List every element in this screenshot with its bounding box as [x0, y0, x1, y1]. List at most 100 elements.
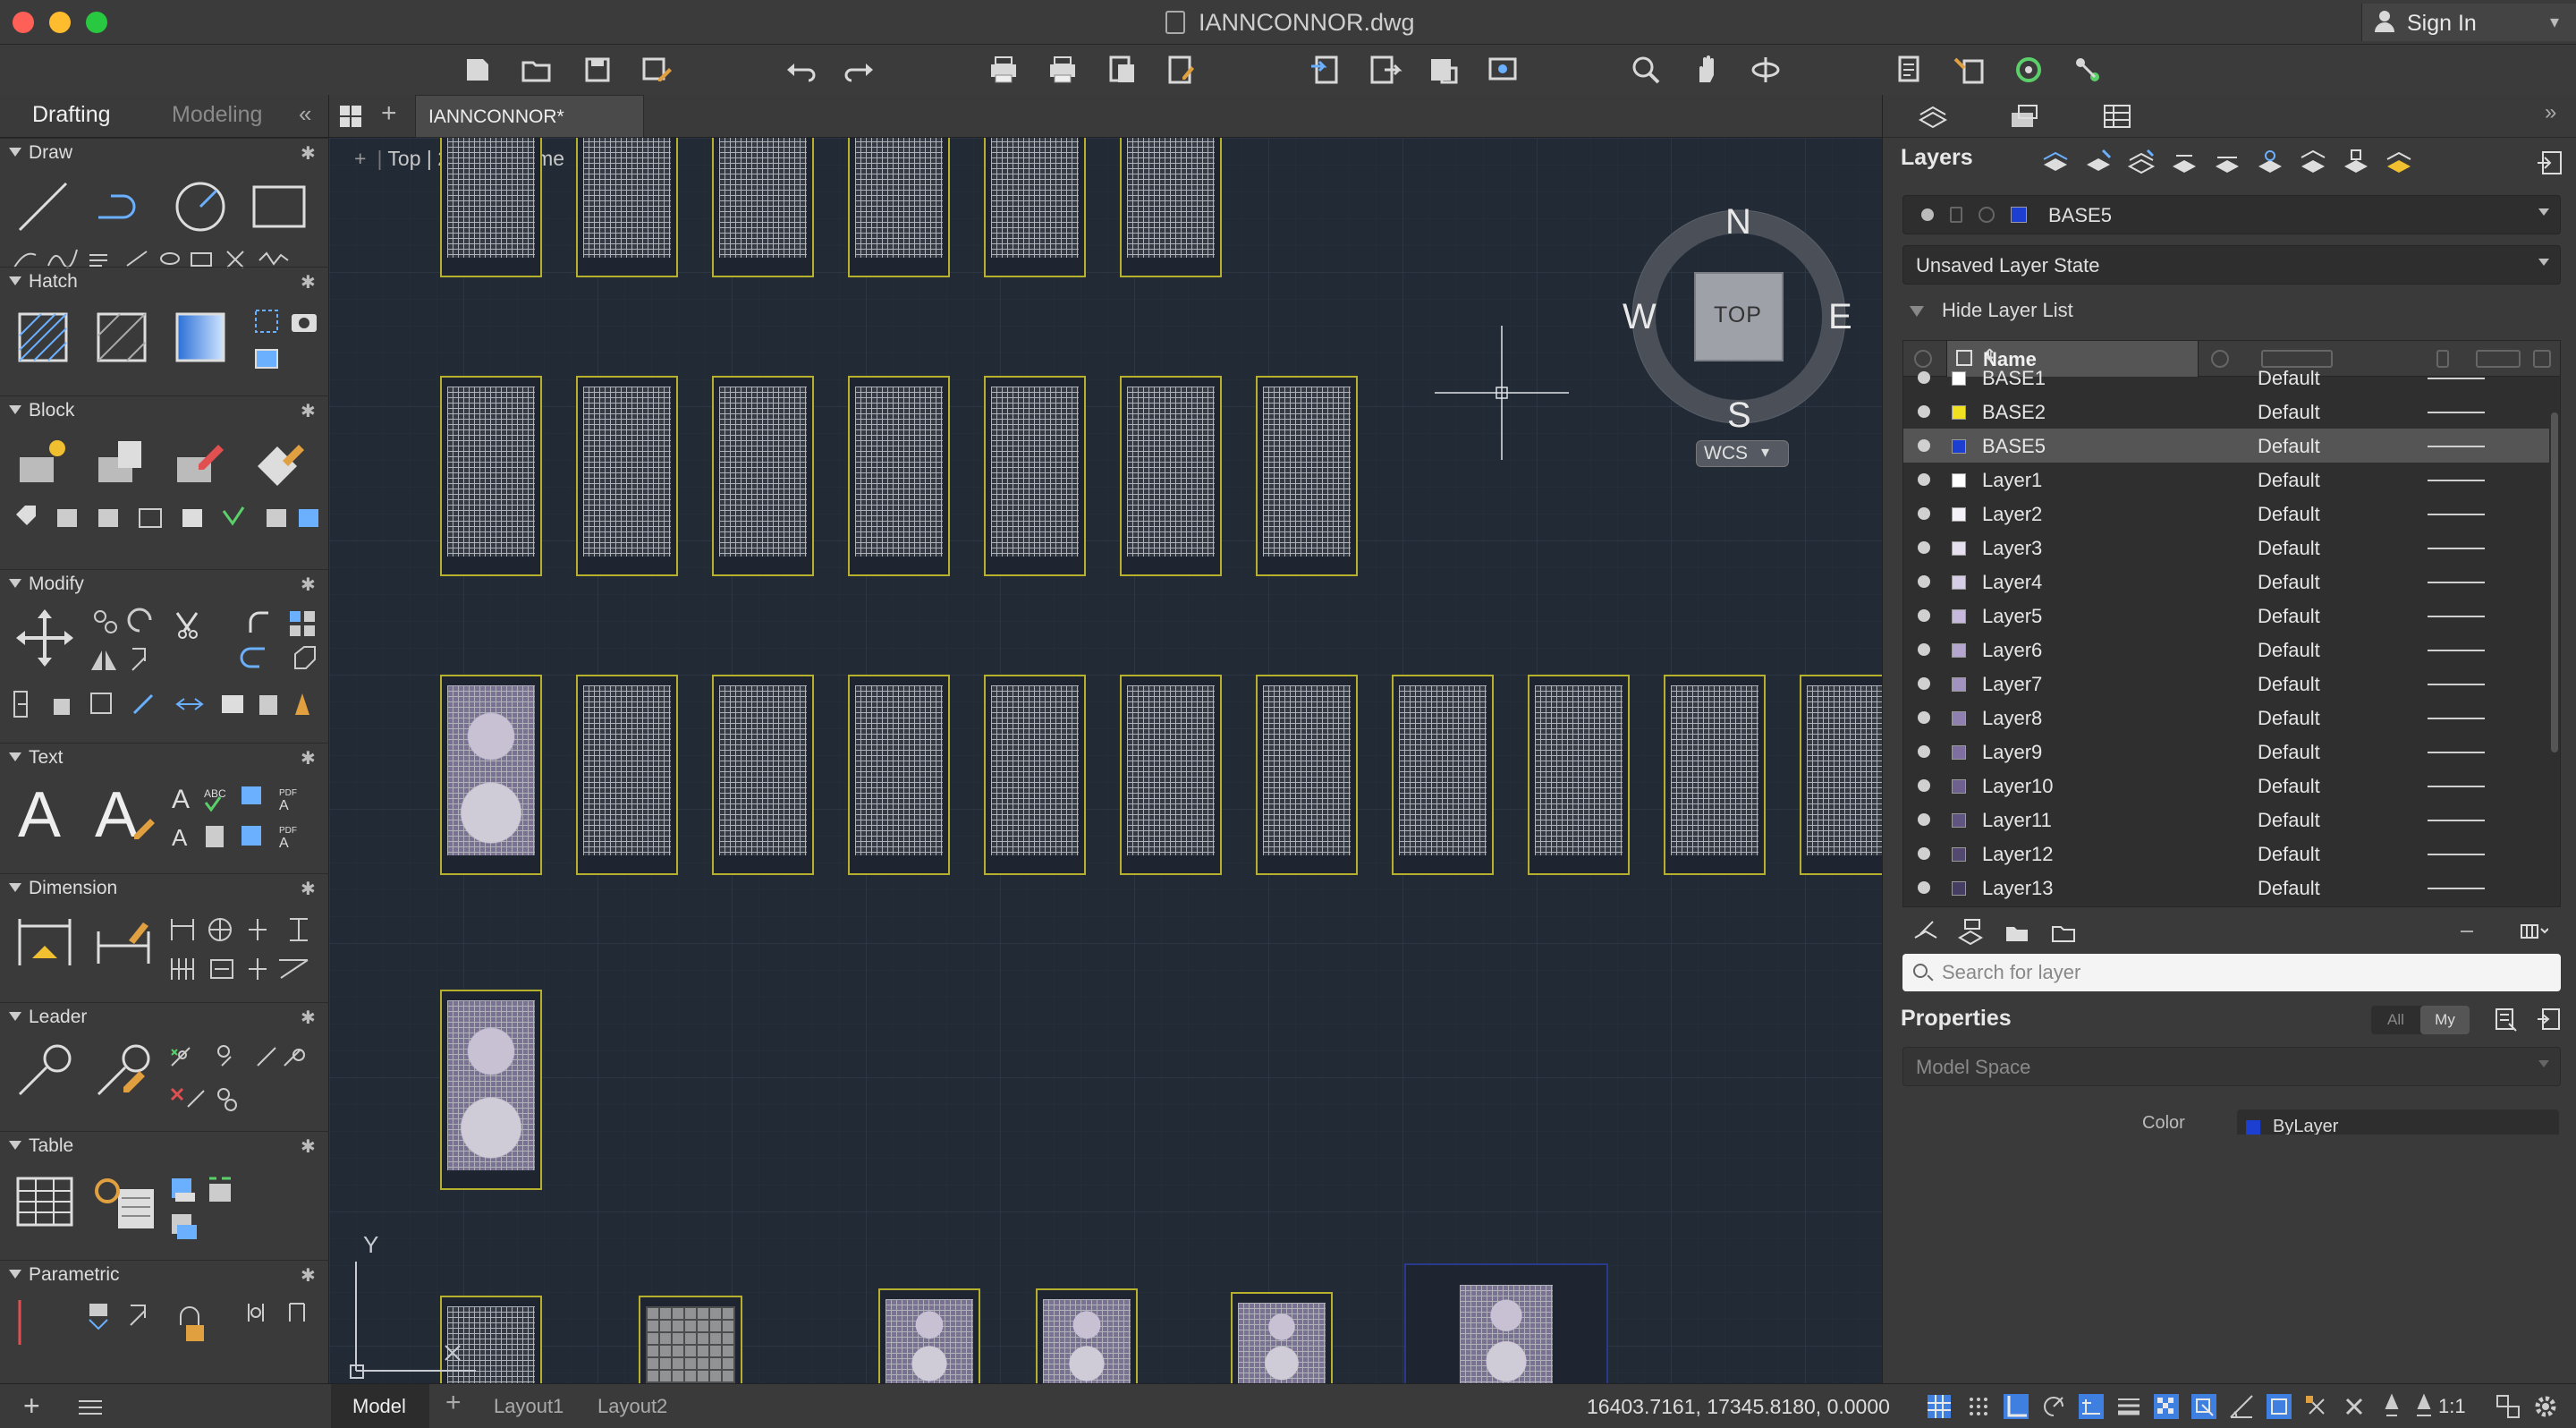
undo-icon[interactable] — [784, 52, 819, 88]
layer-lineweight[interactable] — [2428, 684, 2485, 685]
boundary-icon[interactable] — [250, 305, 283, 337]
drawing-sheet[interactable] — [1404, 1263, 1608, 1383]
camera-icon[interactable] — [288, 305, 320, 337]
drawing-sheet[interactable] — [1664, 675, 1766, 875]
drawing-canvas[interactable]: +| Top | 2D Wireframe N S — [329, 138, 1882, 1383]
block-attribute-icon[interactable] — [250, 434, 308, 491]
tab-layout2[interactable]: Layout2 — [597, 1384, 667, 1428]
transparency-toggle-icon[interactable] — [2152, 1392, 2181, 1421]
move-tool-icon[interactable] — [14, 608, 75, 668]
sign-in-button[interactable]: Sign In ▾ — [2361, 4, 2576, 41]
minus-icon[interactable] — [2452, 918, 2480, 945]
drawing-sheet[interactable] — [712, 675, 814, 875]
layer-row[interactable]: BASE5 Default — [1903, 429, 2549, 463]
layer-linetype[interactable]: Default — [2258, 843, 2320, 866]
drawing-sheet[interactable] — [984, 138, 1086, 277]
drawing-sheet[interactable] — [639, 1296, 742, 1383]
gear-icon[interactable]: ✱ — [301, 1135, 316, 1158]
polyline-tool-icon[interactable] — [93, 178, 150, 235]
save-icon[interactable] — [580, 52, 615, 88]
section-leader-header[interactable]: Leader ✱ — [0, 1003, 329, 1033]
layer-lineweight[interactable] — [2428, 718, 2485, 719]
layer-on-icon[interactable] — [1918, 575, 1930, 588]
drawing-sheet[interactable] — [440, 138, 542, 277]
layer-color-swatch[interactable] — [1952, 847, 1966, 862]
drawing-sheet[interactable] — [576, 138, 678, 277]
dynamic-ucs-icon[interactable] — [2227, 1392, 2256, 1421]
layer-linetype[interactable]: Default — [2258, 877, 2320, 900]
new-layer-icon[interactable] — [2040, 147, 2071, 177]
circle-tool-icon[interactable] — [172, 178, 229, 235]
layer-on-icon[interactable] — [1918, 609, 1930, 622]
layer-linetype[interactable]: Default — [2258, 809, 2320, 832]
dimension-secondary-tools[interactable] — [168, 914, 322, 985]
drawing-sheet[interactable] — [984, 376, 1086, 576]
gear-icon[interactable]: ✱ — [301, 574, 316, 596]
drawing-sheet[interactable] — [712, 376, 814, 576]
layer-lineweight[interactable] — [2428, 582, 2485, 583]
layer-lineweight[interactable] — [2428, 446, 2485, 447]
drawing-sheet[interactable] — [1120, 376, 1222, 576]
drawing-sheet[interactable] — [1036, 1288, 1138, 1383]
insert-block-icon[interactable] — [93, 434, 150, 491]
drawing-sheet[interactable] — [1800, 675, 1882, 875]
section-table-header[interactable]: Table ✱ — [0, 1132, 329, 1162]
export-icon[interactable] — [1367, 52, 1402, 88]
section-parametric-header[interactable]: Parametric ✱ — [0, 1261, 329, 1291]
drawing-sheet[interactable] — [848, 376, 950, 576]
layer-property-filter-icon[interactable] — [2049, 918, 2078, 945]
drawing-sheet[interactable] — [440, 675, 542, 875]
section-hatch-header[interactable]: Hatch ✱ — [0, 268, 329, 298]
gear-icon[interactable] — [2531, 1392, 2560, 1421]
layer-row[interactable]: Layer4 Default — [1903, 565, 2549, 599]
layer-on-icon[interactable] — [1918, 439, 1930, 452]
snap-toggle-icon[interactable] — [1964, 1392, 1993, 1421]
drawing-sheet[interactable] — [576, 376, 678, 576]
layer-on-icon[interactable] — [1918, 813, 1930, 826]
layer-row[interactable]: BASE2 Default — [1903, 395, 2549, 429]
layer-linetype[interactable]: Default — [2258, 401, 2320, 424]
block-secondary-tools[interactable] — [13, 502, 322, 534]
modify-row1-tools[interactable] — [89, 608, 322, 640]
layers-tab-icon[interactable] — [1915, 102, 1951, 131]
layer-unisolate-icon[interactable] — [2255, 147, 2285, 177]
dimension-tool-icon[interactable] — [14, 914, 75, 971]
save-as-icon[interactable] — [639, 52, 674, 88]
columns-menu-icon[interactable] — [2520, 918, 2549, 945]
layer-lineweight[interactable] — [2428, 616, 2485, 617]
layer-row[interactable]: Layer6 Default — [1903, 633, 2549, 667]
layer-properties-icon[interactable] — [1893, 52, 1928, 88]
plot-icon[interactable] — [986, 52, 1021, 88]
window-maximize-button[interactable] — [86, 12, 107, 33]
annotation-scale-icon[interactable] — [2410, 1392, 2438, 1421]
modify-row3-tools[interactable] — [11, 686, 324, 722]
layer-row[interactable]: Layer8 Default — [1903, 701, 2549, 735]
window-close-button[interactable] — [13, 12, 34, 33]
filter-all-button[interactable]: All — [2371, 1006, 2420, 1034]
layer-color-swatch[interactable] — [1952, 473, 1966, 488]
menu-icon[interactable] — [79, 1400, 102, 1415]
layer-on-icon[interactable] — [1918, 507, 1930, 520]
layer-color-swatch[interactable] — [1952, 677, 1966, 692]
modify-row2-tools[interactable] — [89, 643, 322, 676]
selection-cycling-icon[interactable] — [2190, 1392, 2218, 1421]
new-layer-vp-frozen-icon[interactable] — [2083, 147, 2114, 177]
layer-isolate-icon[interactable] — [2212, 147, 2242, 177]
drawing-sheet[interactable] — [712, 138, 814, 277]
layer-row[interactable]: Layer9 Default — [1903, 735, 2549, 769]
current-layer-dropdown[interactable]: BASE5 — [1902, 195, 2561, 234]
layer-linetype[interactable]: Default — [2258, 707, 2320, 730]
3d-osnap-icon[interactable] — [2302, 1392, 2331, 1421]
layer-lineweight[interactable] — [2428, 820, 2485, 821]
create-block-icon[interactable] — [14, 434, 72, 491]
layer-group-filter-icon[interactable] — [2003, 918, 2031, 945]
layer-color-swatch[interactable] — [1952, 881, 1966, 896]
layer-on-icon[interactable] — [1918, 643, 1930, 656]
window-minimize-button[interactable] — [49, 12, 71, 33]
layer-lineweight[interactable] — [2428, 752, 2485, 753]
layer-lineweight[interactable] — [2428, 480, 2485, 481]
data-link-icon[interactable] — [93, 1171, 157, 1232]
layer-linetype[interactable]: Default — [2258, 741, 2320, 764]
layer-linetype[interactable]: Default — [2258, 775, 2320, 798]
layer-linetype[interactable]: Default — [2258, 571, 2320, 594]
